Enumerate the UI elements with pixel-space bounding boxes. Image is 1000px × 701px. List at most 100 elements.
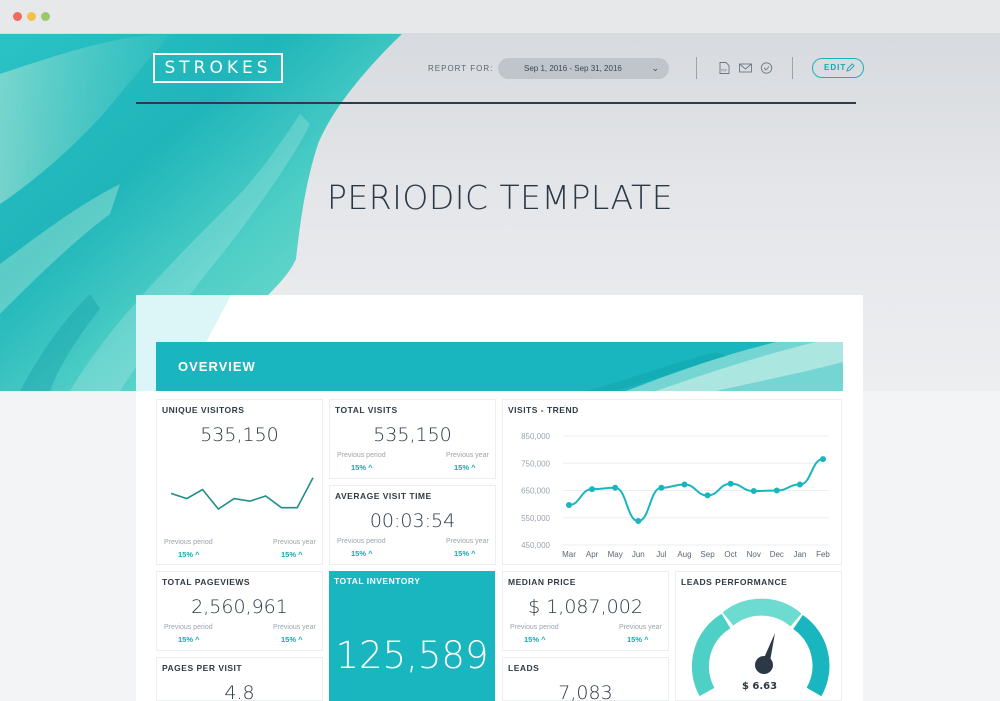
arrow-up-icon: ^ bbox=[298, 550, 303, 559]
data-point[interactable] bbox=[750, 488, 757, 495]
y-tick-label: 450,000 bbox=[521, 541, 550, 550]
check-circle-icon[interactable] bbox=[760, 62, 773, 74]
browser-window: STROKES REPORT FOR: Sep 1, 2016 - Sep 31… bbox=[0, 0, 1000, 701]
card-title: TOTAL INVENTORY bbox=[334, 576, 421, 586]
pdf-icon[interactable]: PDF bbox=[718, 62, 731, 74]
x-tick-label: Sep bbox=[700, 550, 715, 559]
divider bbox=[792, 57, 793, 79]
previous-period-label: Previous period bbox=[337, 538, 386, 545]
metric-value: 00:03:54 bbox=[369, 510, 456, 532]
pencil-icon bbox=[846, 63, 855, 72]
data-point[interactable] bbox=[727, 480, 734, 487]
average-visit-time-card: AVERAGE VISIT TIME 00:03:54 Previous per… bbox=[329, 485, 496, 565]
arrow-up-icon: ^ bbox=[298, 635, 303, 644]
divider bbox=[696, 57, 697, 79]
data-point[interactable] bbox=[566, 501, 572, 508]
edit-button[interactable]: EDIT bbox=[812, 58, 864, 78]
data-point[interactable] bbox=[658, 484, 665, 491]
data-point[interactable] bbox=[704, 492, 711, 499]
card-title: AVERAGE VISIT TIME bbox=[335, 491, 432, 501]
gauge-hub bbox=[755, 656, 773, 674]
previous-year-value: 15% ^ bbox=[454, 463, 476, 472]
sparkline bbox=[170, 477, 314, 511]
median-price-card: MEDIAN PRICE $ 1,087,002 Previous period… bbox=[502, 571, 669, 651]
previous-period-label: Previous period bbox=[337, 452, 386, 459]
y-tick-label: 850,000 bbox=[521, 432, 550, 441]
total-pageviews-card: TOTAL PAGEVIEWS 2,560,961 Previous perio… bbox=[156, 571, 323, 651]
visits-trend-card: VISITS - TREND 850,000 750,000 650,000 550,… bbox=[502, 399, 842, 565]
paint-stroke-decoration bbox=[586, 342, 843, 391]
previous-period-label: Previous period bbox=[164, 624, 213, 631]
previous-period-value: 15% ^ bbox=[178, 635, 200, 644]
data-point[interactable] bbox=[820, 456, 826, 463]
x-tick-label: Aug bbox=[677, 550, 691, 559]
y-tick-label: 750,000 bbox=[521, 459, 550, 468]
gauge-value: $ 6.63 bbox=[741, 681, 778, 692]
data-point[interactable] bbox=[773, 487, 780, 494]
arrow-up-icon: ^ bbox=[195, 635, 200, 644]
total-visits-card: TOTAL VISITS 535,150 Previous period Pre… bbox=[329, 399, 496, 479]
card-title: PAGES PER VISIT bbox=[162, 663, 243, 673]
leads-performance-card: LEADS PERFORMANCE $ 6.63 bbox=[675, 571, 842, 701]
metric-value: 2,560,961 bbox=[191, 596, 288, 618]
card-title: MEDIAN PRICE bbox=[508, 577, 576, 587]
close-window-button[interactable] bbox=[13, 12, 22, 21]
arrow-up-icon: ^ bbox=[541, 635, 546, 644]
x-tick-label: Oct bbox=[724, 550, 737, 559]
data-point[interactable] bbox=[612, 484, 619, 491]
previous-period-value: 15% ^ bbox=[524, 635, 546, 644]
arrow-up-icon: ^ bbox=[368, 463, 373, 472]
y-tick-label: 550,000 bbox=[521, 514, 550, 523]
metric-value: 125,589 bbox=[335, 634, 489, 677]
card-title: TOTAL VISITS bbox=[335, 405, 398, 415]
metric-value: 4.8 bbox=[224, 682, 255, 701]
card-title: TOTAL PAGEVIEWS bbox=[162, 577, 251, 587]
svg-text:PDF: PDF bbox=[721, 69, 727, 73]
metric-value: 7,083 bbox=[558, 682, 613, 701]
x-tick-label: Mar bbox=[562, 550, 576, 559]
logo[interactable]: STROKES bbox=[153, 53, 283, 83]
sparkline-line bbox=[170, 477, 314, 511]
previous-year-value: 15% ^ bbox=[454, 549, 476, 558]
previous-year-label: Previous year bbox=[619, 624, 662, 631]
data-point[interactable] bbox=[796, 481, 803, 488]
x-tick-label: Apr bbox=[586, 550, 599, 559]
visits-trend-chart: 850,000 750,000 650,000 550,000 450,000 Mar Ap… bbox=[521, 432, 830, 559]
report-for-label: REPORT FOR: bbox=[428, 64, 494, 73]
y-tick-label: 650,000 bbox=[521, 487, 550, 496]
x-tick-label: Dec bbox=[770, 550, 784, 559]
date-range-select[interactable]: Sep 1, 2016 - Sep 31, 2016 ⌄ bbox=[498, 58, 669, 79]
x-tick-label: Nov bbox=[747, 550, 761, 559]
pages-per-visit-card: PAGES PER VISIT 4.8 bbox=[156, 657, 323, 701]
previous-year-value: 15% ^ bbox=[281, 550, 303, 559]
previous-year-label: Previous year bbox=[273, 539, 316, 546]
metric-value: 535,150 bbox=[373, 424, 452, 446]
data-point[interactable] bbox=[635, 518, 642, 525]
arrow-up-icon: ^ bbox=[644, 635, 649, 644]
previous-year-value: 15% ^ bbox=[627, 635, 649, 644]
total-inventory-card: TOTAL INVENTORY 125,589 bbox=[329, 571, 495, 701]
unique-visitors-card: UNIQUE VISITORS 535,150 Previous period … bbox=[156, 399, 323, 565]
leads-card: LEADS 7,083 bbox=[502, 657, 669, 701]
metric-value: $ 1,087,002 bbox=[528, 596, 643, 618]
x-tick-label: Jun bbox=[632, 550, 645, 559]
previous-year-label: Previous year bbox=[446, 538, 489, 545]
data-point[interactable] bbox=[589, 486, 596, 493]
arrow-up-icon: ^ bbox=[471, 463, 476, 472]
header-divider bbox=[136, 102, 856, 104]
email-icon[interactable] bbox=[739, 62, 752, 74]
minimize-window-button[interactable] bbox=[27, 12, 36, 21]
metric-value: 535,150 bbox=[200, 424, 279, 446]
maximize-window-button[interactable] bbox=[41, 12, 50, 21]
chevron-down-icon: ⌄ bbox=[651, 63, 659, 73]
previous-year-value: 15% ^ bbox=[281, 635, 303, 644]
previous-period-value: 15% ^ bbox=[351, 463, 373, 472]
edit-label: EDIT bbox=[824, 63, 847, 72]
card-title: LEADS bbox=[508, 663, 540, 673]
arrow-up-icon: ^ bbox=[368, 549, 373, 558]
x-tick-label: May bbox=[608, 550, 623, 559]
overview-title: OVERVIEW bbox=[178, 359, 256, 374]
data-point[interactable] bbox=[681, 481, 688, 488]
previous-period-label: Previous period bbox=[164, 539, 213, 546]
arrow-up-icon: ^ bbox=[195, 550, 200, 559]
